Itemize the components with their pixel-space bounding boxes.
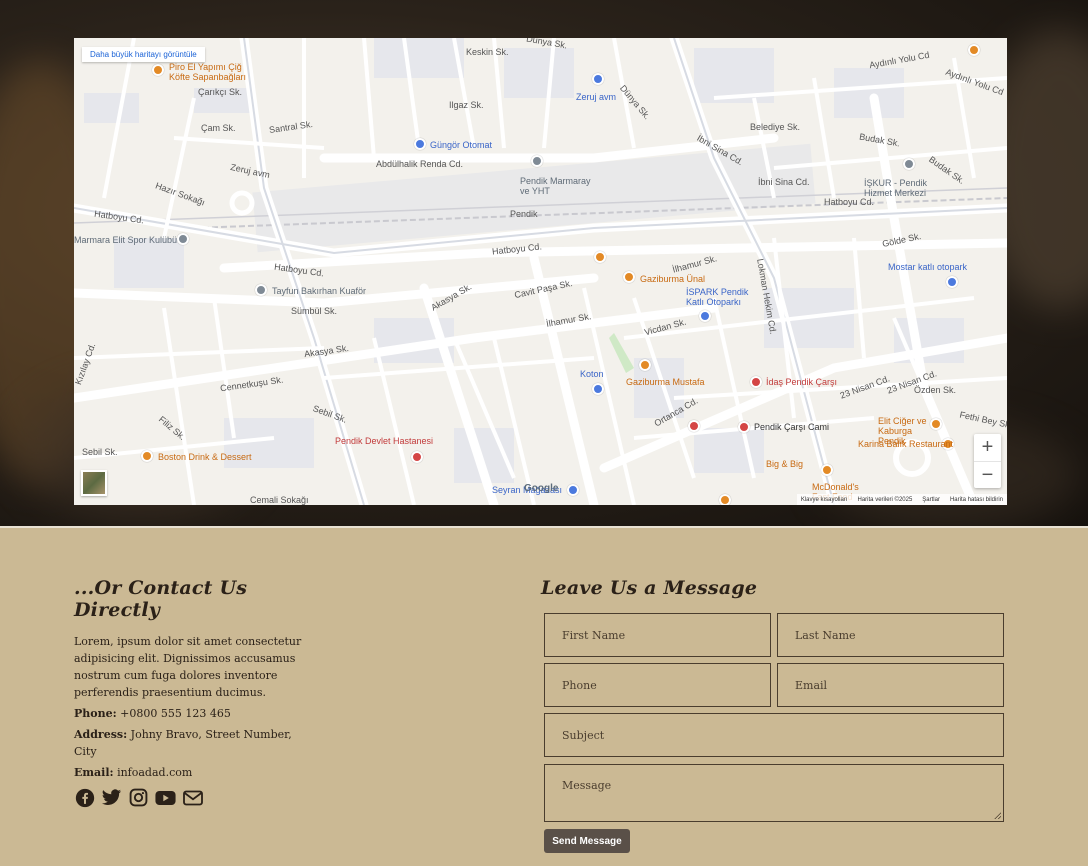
restaurant-pin-icon[interactable] [623, 271, 635, 283]
map-label: Abdülhalik Renda Cd. [376, 159, 464, 169]
resize-grip-icon[interactable] [994, 812, 1001, 819]
envelope-icon[interactable] [182, 787, 203, 808]
email-line: Email: infoadad.com [74, 764, 314, 781]
map-poi-label[interactable]: Marmara Elit Spor Kulübü [74, 236, 177, 245]
shopping-pin-icon[interactable] [750, 376, 762, 388]
shopping-pin-icon[interactable] [567, 484, 579, 496]
message-textarea[interactable]: Message [544, 764, 1004, 822]
social-links [74, 787, 314, 808]
map-data-text: Harita verileri ©2025 [857, 496, 913, 503]
first-name-input[interactable]: First Name [544, 613, 771, 657]
map-poi-label[interactable]: İSPARK Pendik Katlı Otoparkı [686, 287, 766, 307]
embedded-map[interactable]: Zeruj avm Abdülhalik Renda Cd. Pendik Ha… [74, 38, 1007, 505]
phone-value: +0800 555 123 465 [120, 707, 231, 720]
keyboard-shortcuts-link[interactable]: Klavye kısayolları [801, 497, 848, 503]
map-poi-label[interactable]: Güngör Otomat [430, 141, 492, 150]
facebook-icon[interactable] [74, 787, 95, 808]
office-pin-icon[interactable] [903, 158, 915, 170]
zoom-controls: + − [974, 434, 1001, 488]
restaurant-pin-icon[interactable] [639, 359, 651, 371]
map-poi-label[interactable]: Mostar katlı otopark [888, 263, 967, 272]
map-poi-label[interactable]: Pendik Devlet Hastanesi [335, 437, 433, 446]
send-message-button[interactable]: Send Message [544, 829, 630, 853]
map-poi-label[interactable]: İdaş Pendik Çarşı [766, 378, 837, 387]
map-poi-label[interactable]: Pendik Marmaray ve YHT [520, 176, 600, 196]
place-pin-icon[interactable] [177, 233, 189, 245]
twitter-icon[interactable] [101, 787, 122, 808]
map-label: Özden Sk. [914, 385, 957, 395]
map-poi-label[interactable]: Piro El Yapımı Çiğ Köfte Sapanbağları [169, 62, 259, 82]
map-attribution: Klavye kısayolları Harita verileri ©2025… [796, 494, 1007, 505]
address-line: Address: Johny Bravo, Street Number, Cit… [74, 726, 314, 760]
restaurant-pin-icon[interactable] [594, 251, 606, 263]
map-label: Hatboyu Cd. [824, 197, 875, 207]
youtube-icon[interactable] [155, 787, 176, 808]
contact-section: ...Or Contact Us Directly Lorem, ipsum d… [0, 528, 1088, 866]
map-poi-label[interactable]: İŞKUR - Pendik Hizmet Merkezi [864, 178, 944, 198]
contact-heading: ...Or Contact Us Directly [74, 577, 248, 621]
mosque-pin-icon[interactable] [738, 421, 750, 433]
hospital-pin-icon[interactable] [411, 451, 423, 463]
place-pin-icon[interactable] [255, 284, 267, 296]
transit-pin-icon[interactable] [531, 155, 543, 167]
phone-line: Phone: +0800 555 123 465 [74, 705, 314, 722]
restaurant-pin-icon[interactable] [141, 450, 153, 462]
hero-background: Zeruj avm Abdülhalik Renda Cd. Pendik Ha… [0, 0, 1088, 527]
map-streets [74, 38, 1007, 505]
phone-label: Phone: [74, 707, 117, 720]
map-label: Keskin Sk. [466, 47, 509, 57]
subject-input[interactable]: Subject [544, 713, 1004, 757]
map-poi-label[interactable]: Koton [580, 370, 604, 379]
restaurant-pin-icon[interactable] [821, 464, 833, 476]
restaurant-pin-icon[interactable] [968, 44, 980, 56]
map-label: Sümbül Sk. [291, 306, 338, 316]
restaurant-pin-icon[interactable] [152, 64, 164, 76]
map-label: Pendik [510, 209, 538, 219]
map-label: Cemali Sokağı [250, 495, 309, 505]
map-poi-label[interactable]: Pendik Çarşı Cami [754, 423, 829, 432]
last-name-input[interactable]: Last Name [777, 613, 1004, 657]
map-poi-label[interactable]: Tayfun Bakırhan Kuaför [272, 287, 366, 296]
restaurant-pin-icon[interactable] [688, 420, 700, 432]
map-label: İbni Sina Cd. [758, 177, 810, 187]
map-poi-label[interactable]: Gaziburma Mustafa [626, 378, 705, 387]
zoom-out-button[interactable]: − [974, 461, 1001, 488]
map-label: Çam Sk. [201, 123, 236, 133]
email-input[interactable]: Email [777, 663, 1004, 707]
instagram-icon[interactable] [128, 787, 149, 808]
map-label: Sebil Sk. [82, 447, 118, 457]
parking-pin-icon[interactable] [946, 276, 958, 288]
google-logo: Google [524, 483, 559, 494]
parking-pin-icon[interactable] [699, 310, 711, 322]
shopping-pin-icon[interactable] [592, 383, 604, 395]
contact-intro: Lorem, ipsum dolor sit amet consectetur … [74, 635, 302, 699]
shopping-pin-icon[interactable] [592, 73, 604, 85]
contact-info: ...Or Contact Us Directly Lorem, ipsum d… [74, 577, 314, 808]
email-label: Email: [74, 766, 114, 779]
map-poi-label[interactable]: Karina Balık Restaurant [858, 440, 953, 449]
map-label: Çarıkçı Sk. [198, 87, 243, 97]
satellite-layer-toggle[interactable] [81, 470, 107, 496]
shopping-pin-icon[interactable] [414, 138, 426, 150]
map-poi-label[interactable]: Gaziburma Ünal [640, 275, 705, 284]
terms-link[interactable]: Şartlar [922, 497, 940, 503]
report-error-link[interactable]: Harita hatası bildirin [950, 497, 1003, 503]
map-label: Ilgaz Sk. [449, 100, 484, 110]
phone-input[interactable]: Phone [544, 663, 771, 707]
zoom-in-button[interactable]: + [974, 434, 1001, 461]
map-poi-label[interactable]: Big & Big [766, 460, 803, 469]
view-larger-map-link[interactable]: Daha büyük haritayı görüntüle [82, 47, 205, 62]
address-label: Address: [74, 728, 128, 741]
message-placeholder: Message [562, 779, 612, 792]
restaurant-pin-icon[interactable] [719, 494, 731, 505]
map-poi-label[interactable]: Boston Drink & Dessert [158, 453, 252, 462]
map-label: Belediye Sk. [750, 122, 801, 132]
form-heading: Leave Us a Message [541, 577, 758, 599]
email-value: infoadad.com [117, 766, 193, 779]
message-form-header: Leave Us a Message [541, 577, 1006, 599]
map-poi-label[interactable]: Zeruj avm [576, 93, 616, 102]
